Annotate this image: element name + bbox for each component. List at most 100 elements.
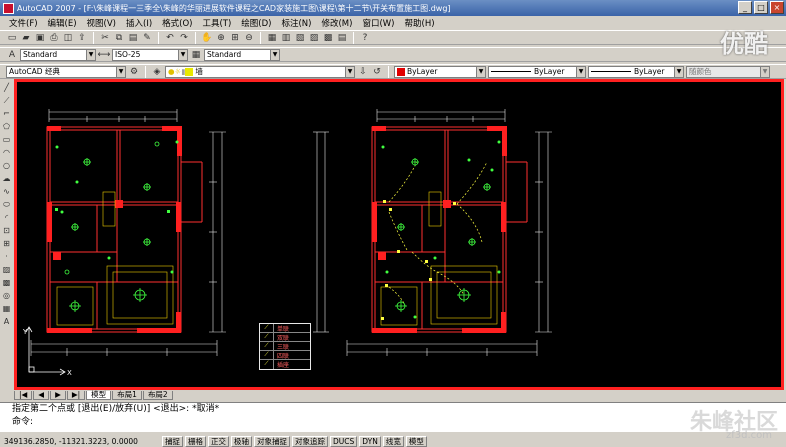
ellipse-icon[interactable]: ⬭ xyxy=(1,199,12,210)
osnap-toggle[interactable]: 对象捕捉 xyxy=(254,435,290,447)
zoom-previous-icon[interactable]: ⊖ xyxy=(243,32,255,44)
ortho-toggle[interactable]: 正交 xyxy=(208,435,229,447)
lineweight-select[interactable]: ByLayer ▼ xyxy=(588,65,684,78)
legend-label: 三联 xyxy=(277,344,290,351)
insert-block-icon[interactable]: ⊡ xyxy=(1,225,12,236)
hatch-icon[interactable]: ▨ xyxy=(1,264,12,275)
layer-color-swatch xyxy=(185,67,194,76)
menu-draw[interactable]: 绘图(D) xyxy=(236,17,276,29)
plot-preview-icon[interactable]: ◫ xyxy=(62,32,74,44)
new-file-icon[interactable]: ▭ xyxy=(6,32,18,44)
legend-label: 四联 xyxy=(277,353,290,360)
make-block-icon[interactable]: ⊞ xyxy=(1,238,12,249)
markup-icon[interactable]: ▩ xyxy=(322,32,334,44)
layer-manager-icon[interactable]: ◈ xyxy=(151,66,163,78)
revcloud-icon[interactable]: ☁ xyxy=(1,173,12,184)
plot-icon[interactable]: ⎙ xyxy=(48,32,60,44)
menu-view[interactable]: 视图(V) xyxy=(82,17,121,29)
point-icon[interactable]: · xyxy=(1,251,12,262)
right-floor-plan xyxy=(313,109,552,356)
dyn-toggle[interactable]: DYN xyxy=(359,435,381,447)
layer-previous-icon[interactable]: ↺ xyxy=(371,66,383,78)
command-prompt[interactable]: 命令: xyxy=(0,416,786,429)
zoom-window-icon[interactable]: ⊞ xyxy=(229,32,241,44)
calculator-icon[interactable]: ▤ xyxy=(336,32,348,44)
layers-toolbar: AutoCAD 经典 ▼ ⚙ ◈ ● ☼ ▮ 墙 ▼ ⇩ ↺ ByLayer ▼ By… xyxy=(0,64,786,79)
menu-insert[interactable]: 插入(I) xyxy=(121,17,157,29)
autocad-app-icon[interactable] xyxy=(3,2,14,14)
match-properties-icon[interactable]: ✎ xyxy=(141,32,153,44)
zoom-realtime-icon[interactable]: ⊕ xyxy=(215,32,227,44)
color-select[interactable]: ByLayer ▼ xyxy=(394,65,486,78)
lineweight-toggle[interactable]: 线宽 xyxy=(382,435,404,447)
region-icon[interactable]: ◎ xyxy=(1,290,12,301)
sheet-set-icon[interactable]: ▨ xyxy=(308,32,320,44)
undo-icon[interactable]: ↶ xyxy=(164,32,176,44)
tab-layout1[interactable]: 布局1 xyxy=(112,390,142,400)
save-icon[interactable]: ▣ xyxy=(34,32,46,44)
menu-dimension[interactable]: 标注(N) xyxy=(276,17,316,29)
tab-layout2[interactable]: 布局2 xyxy=(142,390,173,400)
ellipse-arc-icon[interactable]: ◜ xyxy=(1,212,12,223)
ducs-toggle[interactable]: DUCS xyxy=(330,435,358,447)
plotstyle-select[interactable]: 随颜色 ▼ xyxy=(686,65,770,78)
drawing-canvas[interactable]: Y X ⟋ 单联 ⟋ 双联 ⟋ 三联 ⟋ 四联 ⟋ 插座 xyxy=(14,79,784,390)
help-icon[interactable]: ? xyxy=(359,32,371,44)
command-line[interactable]: 指定第二个点或 [退出(E)/放弃(U)] <退出>: *取消* 命令: xyxy=(0,402,786,432)
properties-icon[interactable]: ▦ xyxy=(266,32,278,44)
minimize-button[interactable]: _ xyxy=(738,1,752,14)
coordinate-readout[interactable]: 349136.2850, -11321.3223, 0.0000 xyxy=(4,437,160,446)
copy-icon[interactable]: ⧉ xyxy=(113,32,125,44)
table-style-select[interactable]: Standard ▼ xyxy=(204,48,280,61)
polar-toggle[interactable]: 极轴 xyxy=(231,435,252,447)
menu-tools[interactable]: 工具(T) xyxy=(197,17,236,29)
workspace-settings-icon[interactable]: ⚙ xyxy=(128,66,140,78)
menu-file[interactable]: 文件(F) xyxy=(4,17,43,29)
legend-row: ⟋ 插座 xyxy=(260,360,310,369)
tab-model[interactable]: 模型 xyxy=(86,390,112,400)
redo-icon[interactable]: ↷ xyxy=(178,32,190,44)
otrack-toggle[interactable]: 对象追踪 xyxy=(292,435,328,447)
paste-icon[interactable]: ▤ xyxy=(127,32,139,44)
menu-window[interactable]: 窗口(W) xyxy=(357,17,399,29)
snap-toggle[interactable]: 捕捉 xyxy=(162,435,183,447)
close-button[interactable]: × xyxy=(770,1,784,14)
circle-icon[interactable]: ○ xyxy=(1,160,12,171)
tool-palettes-icon[interactable]: ▧ xyxy=(294,32,306,44)
layer-select[interactable]: ● ☼ ▮ 墙 ▼ xyxy=(165,65,355,78)
maximize-button[interactable]: □ xyxy=(754,1,768,14)
mtext-icon[interactable]: A xyxy=(1,316,12,327)
table-icon[interactable]: ▦ xyxy=(1,303,12,314)
menu-bar: 文件(F) 编辑(E) 视图(V) 插入(I) 格式(O) 工具(T) 绘图(D… xyxy=(0,16,786,30)
model-toggle[interactable]: 模型 xyxy=(405,435,427,447)
spline-icon[interactable]: ∿ xyxy=(1,186,12,197)
pan-icon[interactable]: ✋ xyxy=(201,32,213,44)
line-icon[interactable]: ╱ xyxy=(1,82,12,93)
text-style-select[interactable]: Standard ▼ xyxy=(20,48,96,61)
tab-nav-last-icon[interactable]: ▶| xyxy=(66,390,86,400)
menu-format[interactable]: 格式(O) xyxy=(157,17,197,29)
workspace-select[interactable]: AutoCAD 经典 ▼ xyxy=(6,65,126,78)
window-title: AutoCAD 2007 - [F:\朱峰课程一三季全\朱峰的华丽进展软件课程之… xyxy=(17,3,451,13)
tab-nav-next-icon[interactable]: ▶ xyxy=(50,390,66,400)
tab-nav-first-icon[interactable]: |◀ xyxy=(14,390,33,400)
open-folder-icon[interactable]: ▰ xyxy=(20,32,32,44)
design-center-icon[interactable]: ▥ xyxy=(280,32,292,44)
cut-icon[interactable]: ✂ xyxy=(99,32,111,44)
grid-toggle[interactable]: 栅格 xyxy=(185,435,206,447)
polygon-icon[interactable]: ⬠ xyxy=(1,121,12,132)
rectangle-icon[interactable]: ▭ xyxy=(1,134,12,145)
menu-edit[interactable]: 编辑(E) xyxy=(43,17,82,29)
dim-style-select[interactable]: ISO-25 ▼ xyxy=(112,48,188,61)
legend-row: ⟋ 单联 xyxy=(260,324,310,333)
linetype-select[interactable]: ByLayer ▼ xyxy=(488,65,586,78)
tab-nav-prev-icon[interactable]: ◀ xyxy=(33,390,50,400)
make-object-layer-current-icon[interactable]: ⇩ xyxy=(357,66,369,78)
construction-line-icon[interactable]: ⟋ xyxy=(1,95,12,106)
menu-help[interactable]: 帮助(H) xyxy=(400,17,440,29)
polyline-icon[interactable]: ⌐ xyxy=(1,108,12,119)
gradient-icon[interactable]: ▩ xyxy=(1,277,12,288)
arc-icon[interactable]: ◠ xyxy=(1,147,12,158)
publish-icon[interactable]: ⇪ xyxy=(76,32,88,44)
menu-modify[interactable]: 修改(M) xyxy=(316,17,357,29)
